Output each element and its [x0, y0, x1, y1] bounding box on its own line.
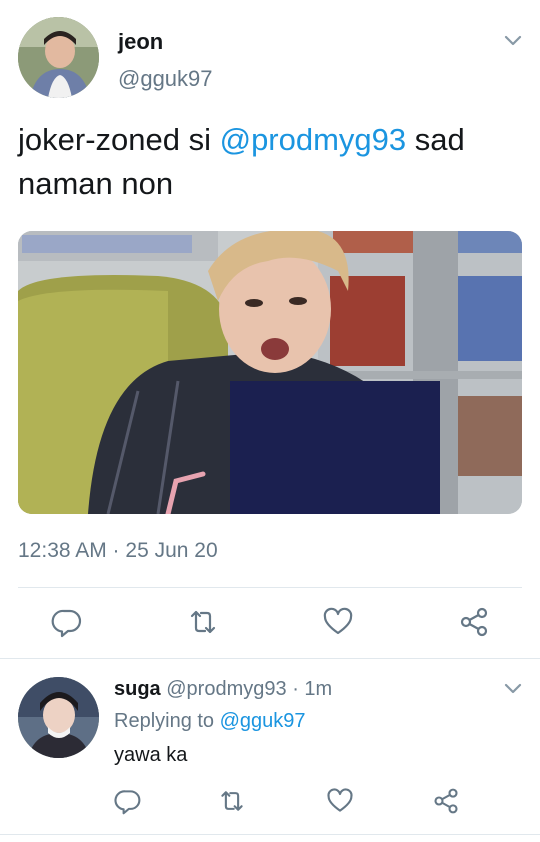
reply-icon[interactable]	[114, 787, 142, 815]
reply-author-display-name[interactable]: suga	[114, 678, 161, 700]
share-icon[interactable]	[432, 787, 460, 815]
reply-avatar-photo	[18, 677, 99, 758]
reply-author-handle[interactable]: @prodmyg93	[166, 678, 286, 700]
media-photo	[18, 231, 522, 514]
heart-icon[interactable]	[326, 787, 354, 815]
tweet-text-line2: naman non	[18, 166, 174, 201]
retweet-icon[interactable]	[187, 606, 219, 638]
tweet-text-suffix: sad	[406, 122, 465, 157]
author-avatar-photo	[18, 17, 99, 98]
reply-bottom-divider	[0, 834, 540, 835]
tweet-mention-link[interactable]: @prodmyg93	[220, 122, 407, 157]
tweet-timestamp[interactable]: 12:38 AM · 25 Jun 20	[18, 539, 218, 563]
reply-time[interactable]: · 1m	[292, 678, 332, 700]
tweet-separator	[0, 658, 540, 659]
heart-icon[interactable]	[322, 606, 354, 638]
replying-to-label: Replying to	[114, 710, 220, 732]
reply-text: yawa ka	[114, 744, 188, 766]
reply-header: suga @prodmyg93 · 1m	[114, 678, 332, 701]
tweet-media-image[interactable]	[18, 231, 522, 514]
author-display-name[interactable]: jeon	[118, 29, 163, 55]
replying-to-link[interactable]: @gguk97	[220, 710, 306, 732]
chevron-down-icon[interactable]	[503, 681, 523, 695]
retweet-icon[interactable]	[218, 787, 246, 815]
reply-author-avatar[interactable]	[18, 677, 99, 758]
main-tweet: jeon @gguk97 joker-zoned si @prodmyg93 s…	[0, 0, 540, 658]
share-icon[interactable]	[458, 606, 490, 638]
divider	[18, 587, 522, 588]
tweet-text-prefix: joker-zoned si	[18, 122, 220, 157]
reply-icon[interactable]	[51, 606, 83, 638]
chevron-down-icon[interactable]	[503, 33, 523, 47]
replying-to-line: Replying to @gguk97	[114, 710, 306, 733]
author-handle[interactable]: @gguk97	[118, 66, 213, 92]
author-avatar[interactable]	[18, 17, 99, 98]
tweet-text: joker-zoned si @prodmyg93 sad naman non	[18, 118, 522, 206]
